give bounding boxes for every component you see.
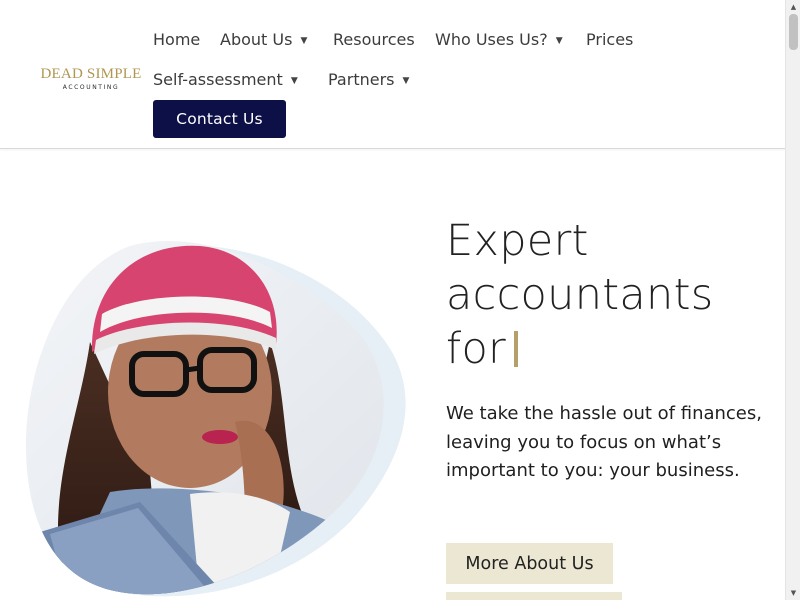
caret-down-icon: ▼ (402, 76, 410, 86)
nav-who-uses-label: Who Uses Us? (435, 30, 548, 49)
site-header: DEAD SIMPLE ACCOUNTING Home About Us ▼ Re… (0, 0, 785, 149)
nav-about-us[interactable]: About Us ▼ (220, 30, 307, 49)
headline-line-3: for (446, 324, 507, 374)
headline-line-1: Expert (446, 216, 589, 266)
secondary-cta-button[interactable] (446, 592, 622, 600)
nav-home[interactable]: Home (153, 30, 200, 49)
logo-wordmark: DEAD SIMPLE (40, 66, 142, 82)
hero-image (25, 241, 406, 597)
scroll-up-arrow-icon[interactable]: ▲ (786, 0, 800, 14)
nav-home-label: Home (153, 30, 201, 49)
caret-down-icon: ▼ (290, 76, 298, 86)
headline-line-2: accountants (446, 270, 714, 320)
typing-cursor (514, 331, 519, 367)
nav-resources-label: Resources (333, 30, 415, 49)
hero-subtext: We take the hassle out of finances, leav… (446, 403, 762, 482)
page: DEAD SIMPLE ACCOUNTING Home About Us ▼ Re… (0, 0, 785, 600)
logo[interactable]: DEAD SIMPLE ACCOUNTING (40, 66, 142, 91)
headline-line-3-wrap: for (446, 322, 713, 376)
nav-prices[interactable]: Prices (586, 30, 633, 49)
caret-down-icon: ▼ (300, 36, 308, 46)
hero-headline: Expert accountants for (446, 214, 713, 376)
nav-partners[interactable]: Partners ▼ (328, 70, 409, 89)
scroll-thumb[interactable] (789, 14, 798, 50)
nav-resources[interactable]: Resources (333, 30, 415, 49)
scroll-down-arrow-icon[interactable]: ▼ (786, 586, 800, 600)
nav-partners-label: Partners (328, 70, 395, 89)
nav-about-label: About Us (220, 30, 293, 49)
more-about-us-button[interactable]: More About Us (446, 543, 613, 584)
nav-who-uses-us[interactable]: Who Uses Us? ▼ (435, 30, 563, 49)
logo-tagline: ACCOUNTING (62, 84, 120, 91)
nav-self-assessment[interactable]: Self-assessment ▼ (153, 70, 298, 89)
nav-prices-label: Prices (586, 30, 634, 49)
nav-self-assessment-label: Self-assessment (153, 70, 283, 89)
caret-down-icon: ▼ (555, 36, 563, 46)
contact-us-button[interactable]: Contact Us (153, 100, 286, 138)
vertical-scrollbar[interactable]: ▲ ▼ (785, 0, 800, 600)
